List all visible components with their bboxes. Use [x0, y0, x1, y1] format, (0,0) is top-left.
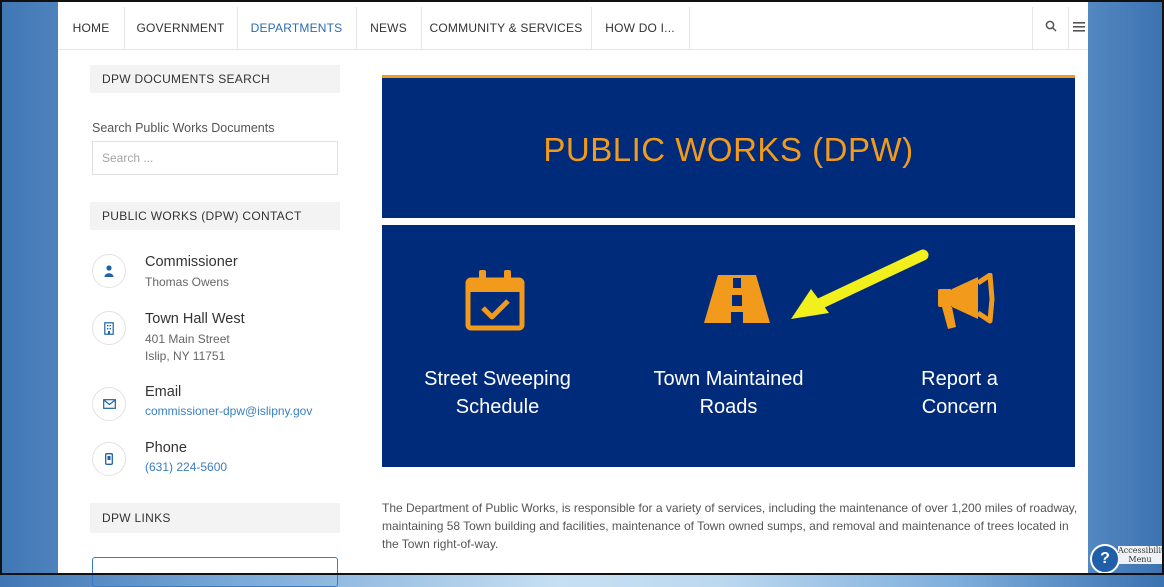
- screenshot-border: [0, 0, 1164, 575]
